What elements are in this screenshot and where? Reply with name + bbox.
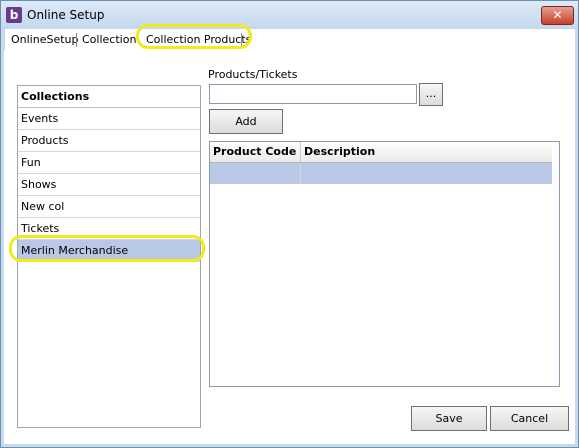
products-tickets-label: Products/Tickets (208, 68, 298, 81)
collection-item-fun[interactable]: Fun (18, 152, 200, 174)
title-bar: b Online Setup ✕ (1, 1, 578, 29)
close-button[interactable]: ✕ (541, 6, 574, 25)
collections-header: Collections (18, 86, 200, 108)
window-title: Online Setup (27, 8, 105, 22)
cell-product-code[interactable] (210, 163, 301, 184)
products-tickets-input[interactable] (209, 84, 417, 104)
grid-header: Product Code Description (210, 142, 552, 163)
collection-item-merlin-merchandise[interactable]: Merlin Merchandise (18, 240, 200, 262)
collection-item-products[interactable]: Products (18, 130, 200, 152)
tab-separator (76, 33, 77, 47)
app-icon-letter: b (9, 8, 19, 22)
tab-collections[interactable]: Collections (79, 31, 137, 49)
cancel-button[interactable]: Cancel (490, 406, 569, 431)
column-header-description[interactable]: Description (301, 142, 551, 162)
app-logo-icon: b (6, 7, 22, 23)
add-button[interactable]: Add (209, 109, 283, 134)
collection-item-tickets[interactable]: Tickets (18, 218, 200, 240)
online-setup-window: b Online Setup ✕ OnlineSetup Collections… (0, 0, 579, 448)
collection-item-events[interactable]: Events (18, 108, 200, 130)
collection-products-panel: Collections Events Products Fun Shows Ne… (4, 51, 575, 444)
browse-button[interactable]: ... (419, 83, 443, 106)
tab-collection-products[interactable]: Collection Products (143, 31, 254, 49)
tab-strip: OnlineSetup Collections Collection Produ… (5, 29, 575, 51)
cell-description[interactable] (301, 163, 552, 184)
column-header-product-code[interactable]: Product Code (210, 142, 301, 162)
products-grid: Product Code Description (209, 141, 560, 387)
collection-item-new-col[interactable]: New col (18, 196, 200, 218)
save-button[interactable]: Save (411, 406, 487, 431)
collection-item-shows[interactable]: Shows (18, 174, 200, 196)
tab-onlinesetup[interactable]: OnlineSetup (8, 31, 82, 49)
tab-separator (241, 33, 242, 47)
collections-list: Collections Events Products Fun Shows Ne… (17, 85, 201, 428)
table-row[interactable] (210, 163, 552, 184)
